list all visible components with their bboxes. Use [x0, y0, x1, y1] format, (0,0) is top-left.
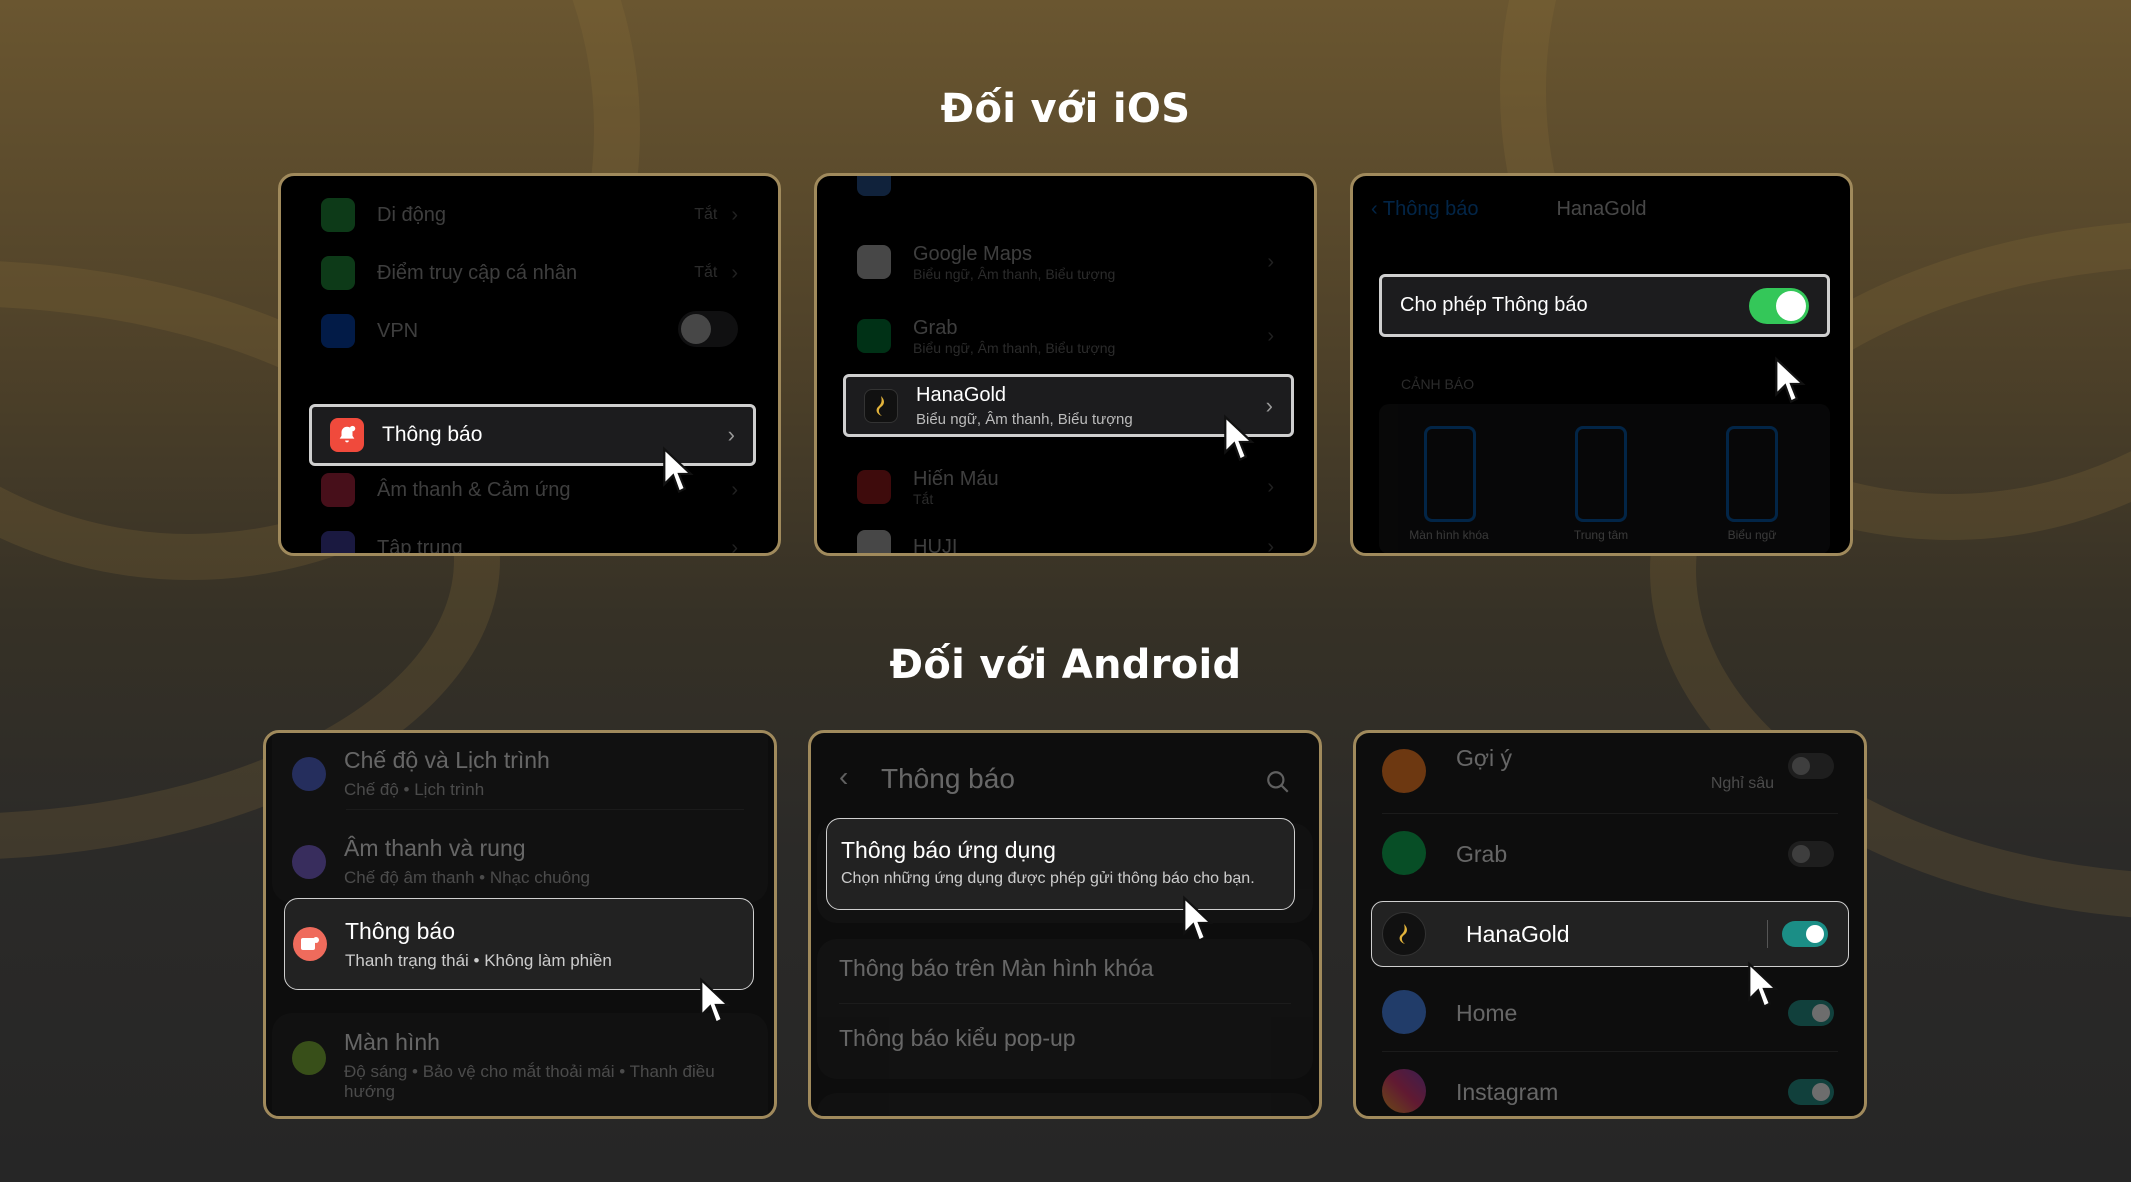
- hotspot-icon: [321, 256, 355, 290]
- settings-item-display[interactable]: Màn hình Độ sáng • Bảo vệ cho mắt thoải m…: [292, 1029, 752, 1103]
- mouse-cursor-icon: [1748, 961, 1779, 1009]
- back-arrow-icon[interactable]: ‹: [839, 761, 848, 793]
- ios-section-title: Đối với iOS: [940, 86, 1191, 132]
- instagram-toggle[interactable]: [1788, 1079, 1834, 1105]
- notification-icon: [293, 927, 327, 961]
- alert-styles-panel: Màn hình khóa Trung tâm Biểu ngữ: [1379, 404, 1830, 553]
- page-title: Thông báo: [881, 763, 1015, 794]
- app-name: Gợi ý: [1456, 745, 1512, 771]
- settings-row[interactable]: Tập trung ›: [321, 519, 738, 553]
- hanagold-logo-icon: [864, 388, 898, 423]
- google-home-icon: [1382, 990, 1426, 1034]
- mouse-cursor-icon: [1224, 414, 1255, 462]
- settings-row[interactable]: Di động Tắt ›: [321, 186, 738, 244]
- focus-moon-icon: [321, 531, 355, 553]
- hanagold-toggle[interactable]: [1782, 921, 1828, 947]
- lock-screen-notifications-item[interactable]: Thông báo trên Màn hình khóa: [839, 955, 1154, 982]
- settings-row-vpn[interactable]: VPN: [321, 302, 738, 360]
- lock-screen-style-icon[interactable]: [1424, 426, 1476, 522]
- notifications-item-highlight[interactable]: Thông báo Thanh trạng thái • Không làm p…: [284, 898, 754, 990]
- mouse-cursor-icon: [700, 977, 731, 1025]
- android-settings-card: Chế độ và Lịch trình Chế độ • Lịch trình …: [263, 730, 777, 1119]
- popup-notifications-item[interactable]: Thông báo kiểu pop-up: [839, 1025, 1076, 1052]
- instagram-icon: [1382, 1069, 1426, 1113]
- app-row[interactable]: Hiến Máu Tắt ›: [857, 451, 1274, 523]
- app-icon: [857, 176, 891, 196]
- mouse-cursor-icon: [1775, 356, 1806, 404]
- cellular-icon: [321, 198, 355, 232]
- alerts-section-label: CẢNH BÁO: [1401, 376, 1475, 392]
- search-icon[interactable]: [1265, 769, 1291, 795]
- display-icon: [292, 1041, 326, 1075]
- android-notifications-card: ‹ Thông báo Thông báo trên Màn hình khóa…: [808, 730, 1322, 1119]
- hanagold-app-row-highlight[interactable]: HanaGold: [1371, 901, 1849, 967]
- ios-notifications-app-list-card: Google Maps Biểu ngữ, Âm thanh, Biểu tượn…: [814, 173, 1317, 556]
- ios-settings-card: Di động Tắt › Điểm truy cập cá nhân Tắt › …: [278, 173, 781, 556]
- app-sub: Nghỉ sâu: [1710, 775, 1774, 792]
- tips-icon: [1382, 749, 1426, 793]
- tips-toggle[interactable]: [1788, 753, 1834, 779]
- settings-item-sound[interactable]: Âm thanh và rung Chế độ âm thanh • Nhạc c…: [292, 835, 590, 888]
- vpn-toggle[interactable]: [678, 310, 738, 347]
- notification-center-style-icon[interactable]: [1575, 426, 1627, 522]
- settings-row[interactable]: Điểm truy cập cá nhân Tắt ›: [321, 244, 738, 302]
- vpn-icon: [321, 314, 355, 348]
- app-name: Instagram: [1456, 1079, 1559, 1105]
- settings-item-modes[interactable]: Chế độ và Lịch trình Chế độ • Lịch trình: [292, 747, 550, 800]
- allow-notifications-toggle[interactable]: [1749, 287, 1809, 324]
- nav-title: HanaGold: [1556, 198, 1647, 220]
- android-app-notifications-card: Gợi ý Nghỉ sâu Grab Home Instagram HanaG…: [1353, 730, 1867, 1119]
- sound-icon: [321, 473, 355, 507]
- sound-vibration-icon: [292, 845, 326, 879]
- chevron-right-icon: ›: [1265, 392, 1273, 418]
- bell-icon: [330, 418, 364, 452]
- app-row[interactable]: HUJI ›: [857, 516, 1274, 553]
- mouse-cursor-icon: [1183, 895, 1214, 943]
- hanagold-logo-icon: [1382, 912, 1426, 956]
- app-name: Home: [1456, 1000, 1518, 1026]
- banners-style-icon[interactable]: [1726, 426, 1778, 522]
- modes-icon: [292, 757, 326, 791]
- home-toggle[interactable]: [1788, 1000, 1834, 1026]
- blood-donation-icon: [857, 470, 891, 504]
- grab-toggle[interactable]: [1788, 841, 1834, 867]
- android-section-title: Đối với Android: [889, 642, 1242, 688]
- app-row[interactable]: Grab Biểu ngữ, Âm thanh, Biểu tượng ›: [857, 300, 1274, 372]
- grab-icon: [857, 319, 891, 353]
- huji-icon: [857, 530, 891, 553]
- app-row[interactable]: Google Maps Biểu ngữ, Âm thanh, Biểu tượn…: [857, 226, 1274, 298]
- app-notifications-item-highlight[interactable]: Thông báo ứng dụng Chọn những ứng dụng đ…: [826, 818, 1295, 910]
- app-name: Grab: [1456, 841, 1508, 867]
- ios-app-notification-settings-card: ‹ Thông báo HanaGold Cho phép Thông báo …: [1350, 173, 1853, 556]
- allow-notifications-row-highlight[interactable]: Cho phép Thông báo: [1379, 274, 1830, 337]
- grab-icon: [1382, 831, 1426, 875]
- mouse-cursor-icon: [663, 446, 694, 494]
- chevron-right-icon: ›: [727, 422, 735, 447]
- google-maps-icon: [857, 245, 891, 279]
